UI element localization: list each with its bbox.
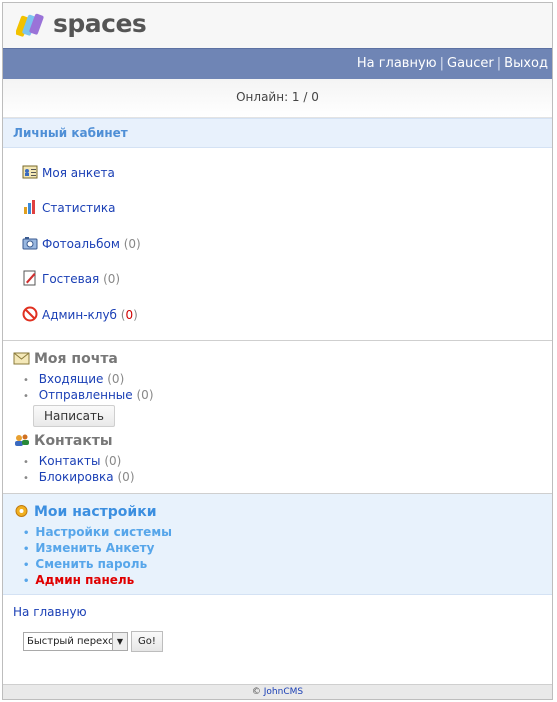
brand-logo-text[interactable]: spaces xyxy=(53,9,147,38)
adminclub-count-value: 0 xyxy=(125,308,134,322)
adminclub-count-close: ) xyxy=(133,308,138,322)
mail-inbox-link[interactable]: Входящие xyxy=(39,372,104,386)
contacts-title-text: Контакты xyxy=(34,433,113,449)
nav-user-link[interactable]: Gaucer xyxy=(447,56,494,71)
contacts-count: (0) xyxy=(104,454,122,468)
stats-icon xyxy=(24,200,35,214)
bottom-section: На главную Быстрый переход ▼ Go! xyxy=(3,595,552,673)
guestbook-count: (0) xyxy=(103,272,121,286)
photo-count: (0) xyxy=(123,237,141,251)
nav-separator: | xyxy=(439,56,444,71)
settings-title-text: Мои настройки xyxy=(34,504,157,520)
contacts-title: Контакты xyxy=(13,433,113,449)
settings-title: Мои настройки xyxy=(13,504,157,520)
settings-link-system[interactable]: Настройки системы xyxy=(35,525,172,539)
settings-link-change-password[interactable]: Сменить пароль xyxy=(35,557,147,571)
mail-sent-item: Отправленные (0) xyxy=(23,387,154,405)
copyright-symbol: © xyxy=(251,687,261,697)
guestbook-icon xyxy=(23,270,36,286)
cabinet-list: Моя анкета Статистика Фотоальбом (0) Гос… xyxy=(3,148,552,341)
go-button[interactable]: Go! xyxy=(131,631,163,652)
sent-count: (0) xyxy=(136,388,154,402)
cabinet-link-profile[interactable]: Моя анкета xyxy=(42,166,115,180)
header-logo-bar: spaces xyxy=(3,3,552,48)
dropdown-arrow-icon[interactable]: ▼ xyxy=(112,633,127,650)
footer: © JohnCMS xyxy=(3,684,552,699)
settings-section: Мои настройки Настройки системы Изменить… xyxy=(3,494,552,595)
johncms-link[interactable]: JohnCMS xyxy=(264,687,303,697)
photo-icon xyxy=(22,237,38,250)
no-entry-icon xyxy=(22,306,38,322)
blocklist-link[interactable]: Блокировка xyxy=(39,470,114,484)
mail-icon xyxy=(13,352,30,365)
cabinet-link-guestbook[interactable]: Гостевая xyxy=(42,272,99,286)
mail-sent-link[interactable]: Отправленные xyxy=(39,388,133,402)
cabinet-link-adminclub[interactable]: Админ-клуб xyxy=(42,308,117,322)
gear-icon xyxy=(15,505,28,517)
online-counter: Онлайн: 1 / 0 xyxy=(3,79,552,118)
inbox-count: (0) xyxy=(107,372,125,386)
quick-jump-value: Быстрый переход xyxy=(27,636,122,647)
cabinet-item-profile: Моя анкета xyxy=(22,164,115,182)
top-nav: На главную | Gaucer | Выход xyxy=(3,48,552,79)
cabinet-link-stats[interactable]: Статистика xyxy=(42,201,116,215)
nav-separator: | xyxy=(496,56,502,71)
blocklist-item: Блокировка (0) xyxy=(23,469,135,487)
quick-jump-select[interactable]: Быстрый переход ▼ xyxy=(23,632,128,651)
contacts-link[interactable]: Контакты xyxy=(39,454,101,468)
write-message-button[interactable]: Написать xyxy=(33,405,115,427)
mail-title: Моя почта xyxy=(13,351,118,367)
nav-logout-link[interactable]: Выход xyxy=(504,56,548,71)
mail-contacts-section: Моя почта Входящие (0) Отправленные (0) … xyxy=(3,341,552,494)
blocklist-count: (0) xyxy=(117,470,135,484)
cabinet-item-photo: Фотоальбом (0) xyxy=(22,235,141,253)
admin-panel-link[interactable]: Админ панель xyxy=(35,573,134,587)
contacts-icon xyxy=(15,434,29,446)
cabinet-link-photo[interactable]: Фотоальбом xyxy=(42,237,120,251)
spaces-logo-icon[interactable] xyxy=(16,12,48,40)
cabinet-section-title: Личный кабинет xyxy=(3,118,552,148)
profile-icon xyxy=(22,165,38,179)
bottom-home-link[interactable]: На главную xyxy=(13,605,87,619)
settings-link-edit-profile[interactable]: Изменить Анкету xyxy=(35,541,154,555)
mail-title-text: Моя почта xyxy=(34,351,118,367)
cabinet-item-stats: Статистика xyxy=(22,199,116,217)
cabinet-item-guestbook: Гостевая (0) xyxy=(22,270,120,288)
settings-item-admin: Админ панель xyxy=(23,572,134,590)
cabinet-item-adminclub: Админ-клуб (0) xyxy=(22,306,138,324)
page-frame: spaces На главную | Gaucer | Выход Онлайн: 1… xyxy=(2,2,553,700)
nav-home-link[interactable]: На главную xyxy=(357,56,437,71)
